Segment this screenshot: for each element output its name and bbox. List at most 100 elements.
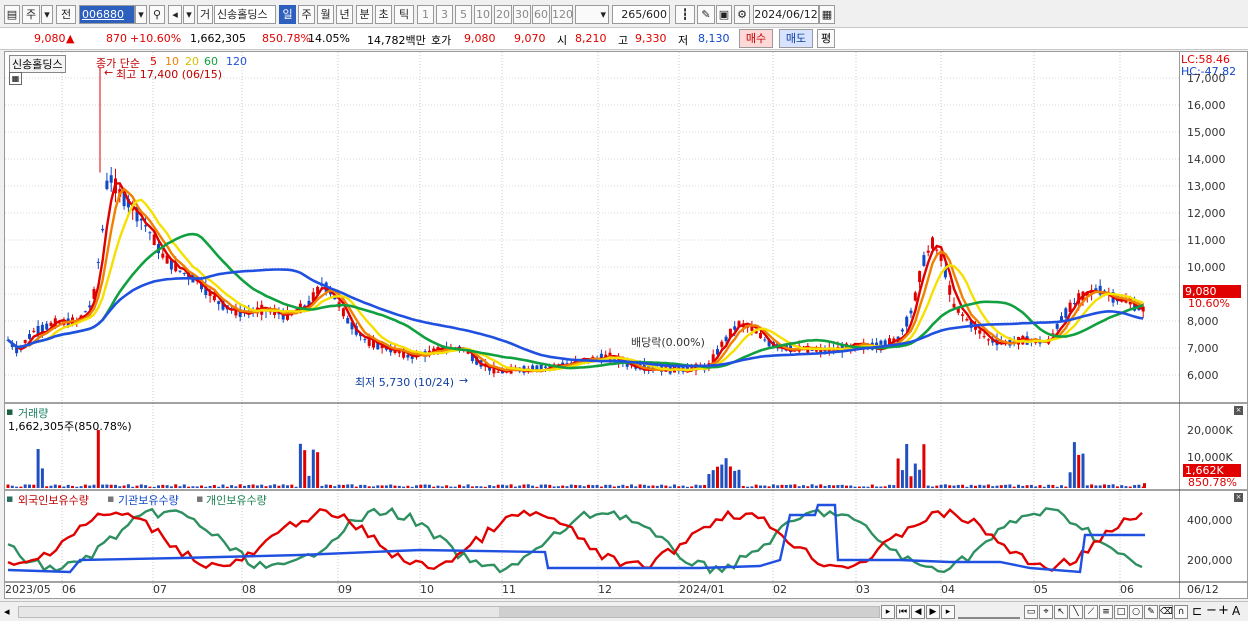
pen-tool-icon[interactable]: ✎ xyxy=(1144,605,1158,619)
holding-pane-close-icon[interactable]: × xyxy=(1234,493,1243,502)
period-year-tab[interactable]: 년 xyxy=(336,5,353,24)
count-60-button[interactable]: 60 xyxy=(532,5,550,24)
institution-marker-icon: ▪ xyxy=(107,492,115,505)
open-label: 시 xyxy=(557,34,568,47)
trend-tool-icon[interactable]: ⟋ xyxy=(1084,605,1098,619)
dividend-note: 배당락(0.00%) xyxy=(631,336,705,349)
volume-pct-tag: 850.78% xyxy=(1188,476,1237,489)
cursor-icon[interactable]: ↖ xyxy=(1054,605,1068,619)
price-change: 870 xyxy=(106,32,127,45)
save-icon[interactable]: ▣ xyxy=(716,5,732,24)
x-axis-label: 04 xyxy=(941,583,955,596)
volume-pane-value: 1,662,305주(850.78%) xyxy=(8,420,132,433)
x-axis-label: 2023/05 xyxy=(5,583,51,596)
candle-type-icon[interactable]: ┇ xyxy=(675,5,695,24)
play-icon[interactable]: ▸ xyxy=(941,605,955,619)
count-1-button[interactable]: 1 xyxy=(417,5,434,24)
period-day-tab[interactable]: 일 xyxy=(279,5,296,24)
price-tick-label: 12,000 xyxy=(1187,207,1226,220)
range-input[interactable]: 265/600 xyxy=(612,5,670,24)
price-tick-label: 7,000 xyxy=(1187,342,1219,355)
price-tick-label: 8,000 xyxy=(1187,315,1219,328)
font-size-icon[interactable]: A xyxy=(1232,604,1240,618)
buy-button[interactable]: 매수 xyxy=(739,29,773,48)
horizontal-scrollbar[interactable] xyxy=(18,606,880,618)
window-icon[interactable]: ▭ xyxy=(1024,605,1038,619)
period-minute-tab[interactable]: 분 xyxy=(356,5,373,24)
first-page-icon[interactable]: ⏮ xyxy=(896,605,910,619)
period-second-tab[interactable]: 초 xyxy=(375,5,392,24)
box-tool-icon[interactable]: □ xyxy=(1114,605,1128,619)
volume-pane-close-icon[interactable]: × xyxy=(1234,406,1243,415)
volume-value: 1,662,305 xyxy=(190,32,246,45)
volume-pct: 850.78% xyxy=(262,32,311,45)
trade-amount: 14,782백만 xyxy=(367,34,426,47)
chart-toolbar: ▤ 주 ▾ 전 006880 ▾ ⚲ ◂ ▾ 거 신송홀딩스 일 주 월 년 분… xyxy=(0,0,1248,28)
circle-tool-icon[interactable]: ○ xyxy=(1129,605,1143,619)
chart-area[interactable] xyxy=(4,51,1180,599)
ask-label: 호가 xyxy=(431,34,452,47)
next-page-icon[interactable]: ▶ xyxy=(926,605,940,619)
chart-menu-icon[interactable]: ▤ xyxy=(4,5,20,24)
minimize-pane-icon[interactable]: ⊏ xyxy=(1192,604,1202,618)
fibo-icon[interactable]: ≡ xyxy=(1099,605,1113,619)
quote-bar: 9,080 ▲ 870 +10.60% 1,662,305 850.78% 14… xyxy=(0,28,1248,50)
holding-pane-marker-icon: ▪ xyxy=(6,492,14,505)
high-price: 9,330 xyxy=(635,32,667,45)
market-type-dropdown-icon[interactable]: ▾ xyxy=(41,5,53,24)
scrollbar-thumb[interactable] xyxy=(499,607,879,617)
magnet-icon[interactable]: ∩ xyxy=(1174,605,1188,619)
calendar-icon[interactable]: ▦ xyxy=(819,5,835,24)
period-week-tab[interactable]: 주 xyxy=(298,5,315,24)
count-30-button[interactable]: 30 xyxy=(513,5,531,24)
zoom-out-icon[interactable]: − xyxy=(1206,603,1217,618)
price-tick-label: 14,000 xyxy=(1187,153,1226,166)
price-tick-label: 13,000 xyxy=(1187,180,1226,193)
sell-button[interactable]: 매도 xyxy=(779,29,813,48)
trade-flag-button[interactable]: 거 xyxy=(197,5,213,24)
count-5-button[interactable]: 5 xyxy=(455,5,472,24)
stock-name-field[interactable]: 신송홀딩스 xyxy=(214,5,276,24)
individual-marker-icon: ▪ xyxy=(196,492,204,505)
low-note: 최저 5,730 (10/24) xyxy=(355,376,455,389)
gear-icon[interactable]: ⚙ xyxy=(734,5,750,24)
low-note-arrow-icon: → xyxy=(459,374,469,387)
price-tick-label: 16,000 xyxy=(1187,99,1226,112)
scroll-right-icon[interactable]: ▸ xyxy=(881,605,895,619)
stock-code-dropdown-icon[interactable]: ▾ xyxy=(135,5,147,24)
crosshair-icon[interactable]: ⌖ xyxy=(1039,605,1053,619)
volume-pane-marker-icon: ▪ xyxy=(6,405,14,418)
current-price: 9,080 xyxy=(34,32,66,45)
date-input[interactable]: 2024/06/12 xyxy=(753,5,819,24)
volume-tick-20000k: 20,000K xyxy=(1187,424,1233,437)
count-20-button[interactable]: 20 xyxy=(494,5,512,24)
x-axis-label: 06 xyxy=(1120,583,1134,596)
period-tick-tab[interactable]: 틱 xyxy=(394,5,414,24)
scroll-left-icon[interactable]: ◂ xyxy=(4,605,10,618)
count-10-button[interactable]: 10 xyxy=(474,5,492,24)
high-label: 고 xyxy=(618,34,629,47)
prev-page-icon[interactable]: ◀ xyxy=(911,605,925,619)
table-icon[interactable]: ▦ xyxy=(9,72,22,85)
market-type-select[interactable]: 주 xyxy=(22,5,40,24)
stock-code-input[interactable]: 006880 xyxy=(79,5,135,24)
count-3-button[interactable]: 3 xyxy=(436,5,453,24)
custom-count-chevron-icon: ▾ xyxy=(600,8,606,21)
search-icon[interactable]: ⚲ xyxy=(149,5,165,24)
speaker-icon[interactable]: ◂ xyxy=(168,5,182,24)
zoom-in-icon[interactable]: + xyxy=(1218,603,1229,618)
erase-icon[interactable]: ⌫ xyxy=(1159,605,1173,619)
eval-button[interactable]: 평 xyxy=(817,29,835,48)
drawing-tool-icon[interactable]: ✎ xyxy=(697,5,715,24)
range-total: /600 xyxy=(642,8,667,21)
period-month-tab[interactable]: 월 xyxy=(317,5,334,24)
zoom-slider[interactable] xyxy=(958,605,1020,619)
line-tool-icon[interactable]: ╲ xyxy=(1069,605,1083,619)
up-arrow-icon: ▲ xyxy=(66,32,75,45)
x-axis-label: 07 xyxy=(153,583,167,596)
foreign-holding-label: 외국인보유수량 xyxy=(18,494,89,507)
count-120-button[interactable]: 120 xyxy=(551,5,573,24)
custom-count-dropdown[interactable]: ▾ xyxy=(575,5,609,24)
price-type-button[interactable]: 전 xyxy=(56,5,76,24)
speaker-dropdown-icon[interactable]: ▾ xyxy=(183,5,195,24)
